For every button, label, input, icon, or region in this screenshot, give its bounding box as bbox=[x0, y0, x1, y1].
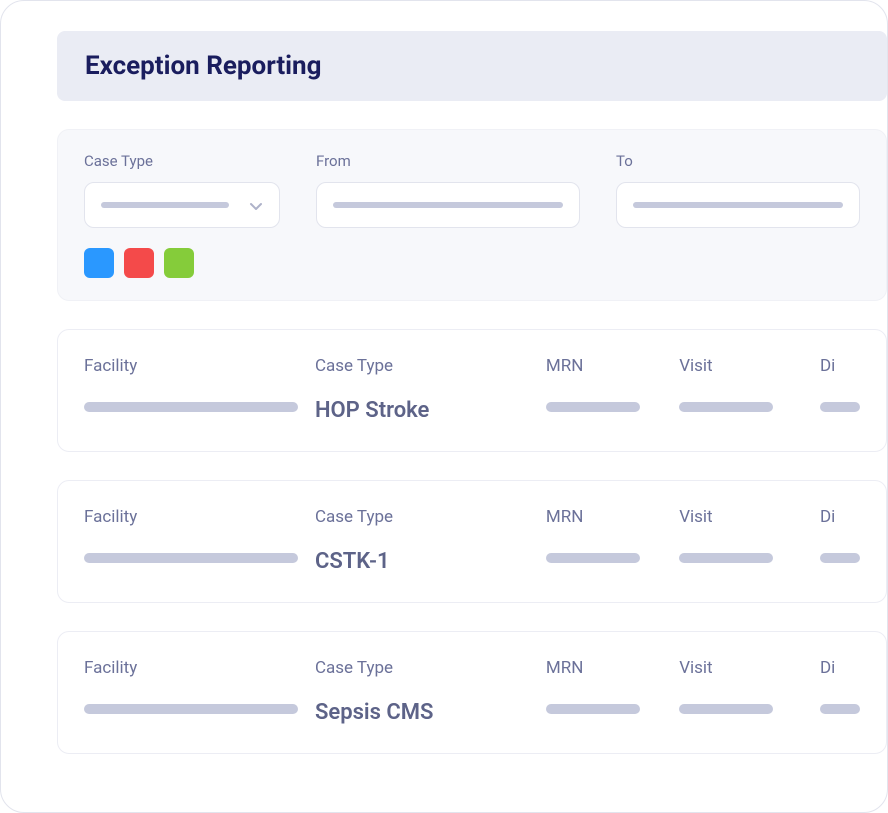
filter-label-from: From bbox=[316, 152, 580, 170]
col-label-case-type: Case Type bbox=[315, 356, 546, 376]
color-chips bbox=[84, 248, 860, 278]
chevron-down-icon bbox=[249, 198, 263, 212]
filter-group-case-type: Case Type bbox=[84, 152, 280, 228]
app-window: Exception Reporting Case Type From bbox=[0, 0, 888, 813]
result-card: Facility Case Type HOP Stroke MRN Visit … bbox=[57, 329, 887, 452]
from-date-input[interactable] bbox=[316, 182, 580, 228]
skeleton-di bbox=[820, 704, 860, 714]
col-mrn: MRN bbox=[546, 507, 679, 574]
skeleton-mrn bbox=[546, 704, 640, 714]
skeleton-di bbox=[820, 553, 860, 563]
col-case-type: Case Type CSTK-1 bbox=[315, 507, 546, 574]
col-mrn: MRN bbox=[546, 356, 679, 423]
skeleton-visit bbox=[679, 704, 773, 714]
color-chip-blue[interactable] bbox=[84, 248, 114, 278]
skeleton-visit bbox=[679, 402, 773, 412]
col-label-mrn: MRN bbox=[546, 658, 679, 678]
page-title: Exception Reporting bbox=[85, 51, 859, 81]
col-di: Di bbox=[820, 356, 860, 423]
result-card: Facility Case Type Sepsis CMS MRN Visit … bbox=[57, 631, 887, 754]
col-label-visit: Visit bbox=[679, 356, 820, 376]
case-type-select[interactable] bbox=[84, 182, 280, 228]
to-date-input[interactable] bbox=[616, 182, 860, 228]
filter-label-to: To bbox=[616, 152, 860, 170]
color-chip-green[interactable] bbox=[164, 248, 194, 278]
col-case-type: Case Type Sepsis CMS bbox=[315, 658, 546, 725]
color-chip-red[interactable] bbox=[124, 248, 154, 278]
case-type-value: Sepsis CMS bbox=[315, 700, 546, 725]
col-facility: Facility bbox=[84, 507, 315, 574]
filter-label-case-type: Case Type bbox=[84, 152, 280, 170]
skeleton-mrn bbox=[546, 402, 640, 412]
col-label-facility: Facility bbox=[84, 356, 315, 376]
col-visit: Visit bbox=[679, 356, 820, 423]
col-case-type: Case Type HOP Stroke bbox=[315, 356, 546, 423]
card-row: Facility Case Type CSTK-1 MRN Visit Di bbox=[84, 507, 860, 574]
col-label-di: Di bbox=[820, 356, 860, 376]
col-facility: Facility bbox=[84, 658, 315, 725]
col-mrn: MRN bbox=[546, 658, 679, 725]
col-label-mrn: MRN bbox=[546, 507, 679, 527]
filter-panel: Case Type From To bbox=[57, 129, 887, 301]
skeleton-visit bbox=[679, 553, 773, 563]
col-label-case-type: Case Type bbox=[315, 658, 546, 678]
col-label-di: Di bbox=[820, 507, 860, 527]
filter-group-from: From bbox=[316, 152, 580, 228]
placeholder-bar bbox=[101, 202, 229, 208]
skeleton-facility bbox=[84, 402, 298, 412]
skeleton-facility bbox=[84, 704, 298, 714]
case-type-value: HOP Stroke bbox=[315, 398, 546, 423]
col-label-facility: Facility bbox=[84, 507, 315, 527]
case-type-value: CSTK-1 bbox=[315, 549, 546, 574]
filter-group-to: To bbox=[616, 152, 860, 228]
col-label-facility: Facility bbox=[84, 658, 315, 678]
col-visit: Visit bbox=[679, 658, 820, 725]
card-row: Facility Case Type Sepsis CMS MRN Visit … bbox=[84, 658, 860, 725]
placeholder-bar bbox=[633, 202, 843, 208]
col-label-visit: Visit bbox=[679, 658, 820, 678]
placeholder-bar bbox=[333, 202, 563, 208]
skeleton-facility bbox=[84, 553, 298, 563]
col-visit: Visit bbox=[679, 507, 820, 574]
filter-row: Case Type From To bbox=[84, 152, 860, 228]
skeleton-mrn bbox=[546, 553, 640, 563]
col-di: Di bbox=[820, 507, 860, 574]
col-facility: Facility bbox=[84, 356, 315, 423]
skeleton-di bbox=[820, 402, 860, 412]
page-header: Exception Reporting bbox=[57, 31, 887, 101]
col-di: Di bbox=[820, 658, 860, 725]
col-label-mrn: MRN bbox=[546, 356, 679, 376]
col-label-case-type: Case Type bbox=[315, 507, 546, 527]
result-card: Facility Case Type CSTK-1 MRN Visit Di bbox=[57, 480, 887, 603]
col-label-di: Di bbox=[820, 658, 860, 678]
card-row: Facility Case Type HOP Stroke MRN Visit … bbox=[84, 356, 860, 423]
col-label-visit: Visit bbox=[679, 507, 820, 527]
